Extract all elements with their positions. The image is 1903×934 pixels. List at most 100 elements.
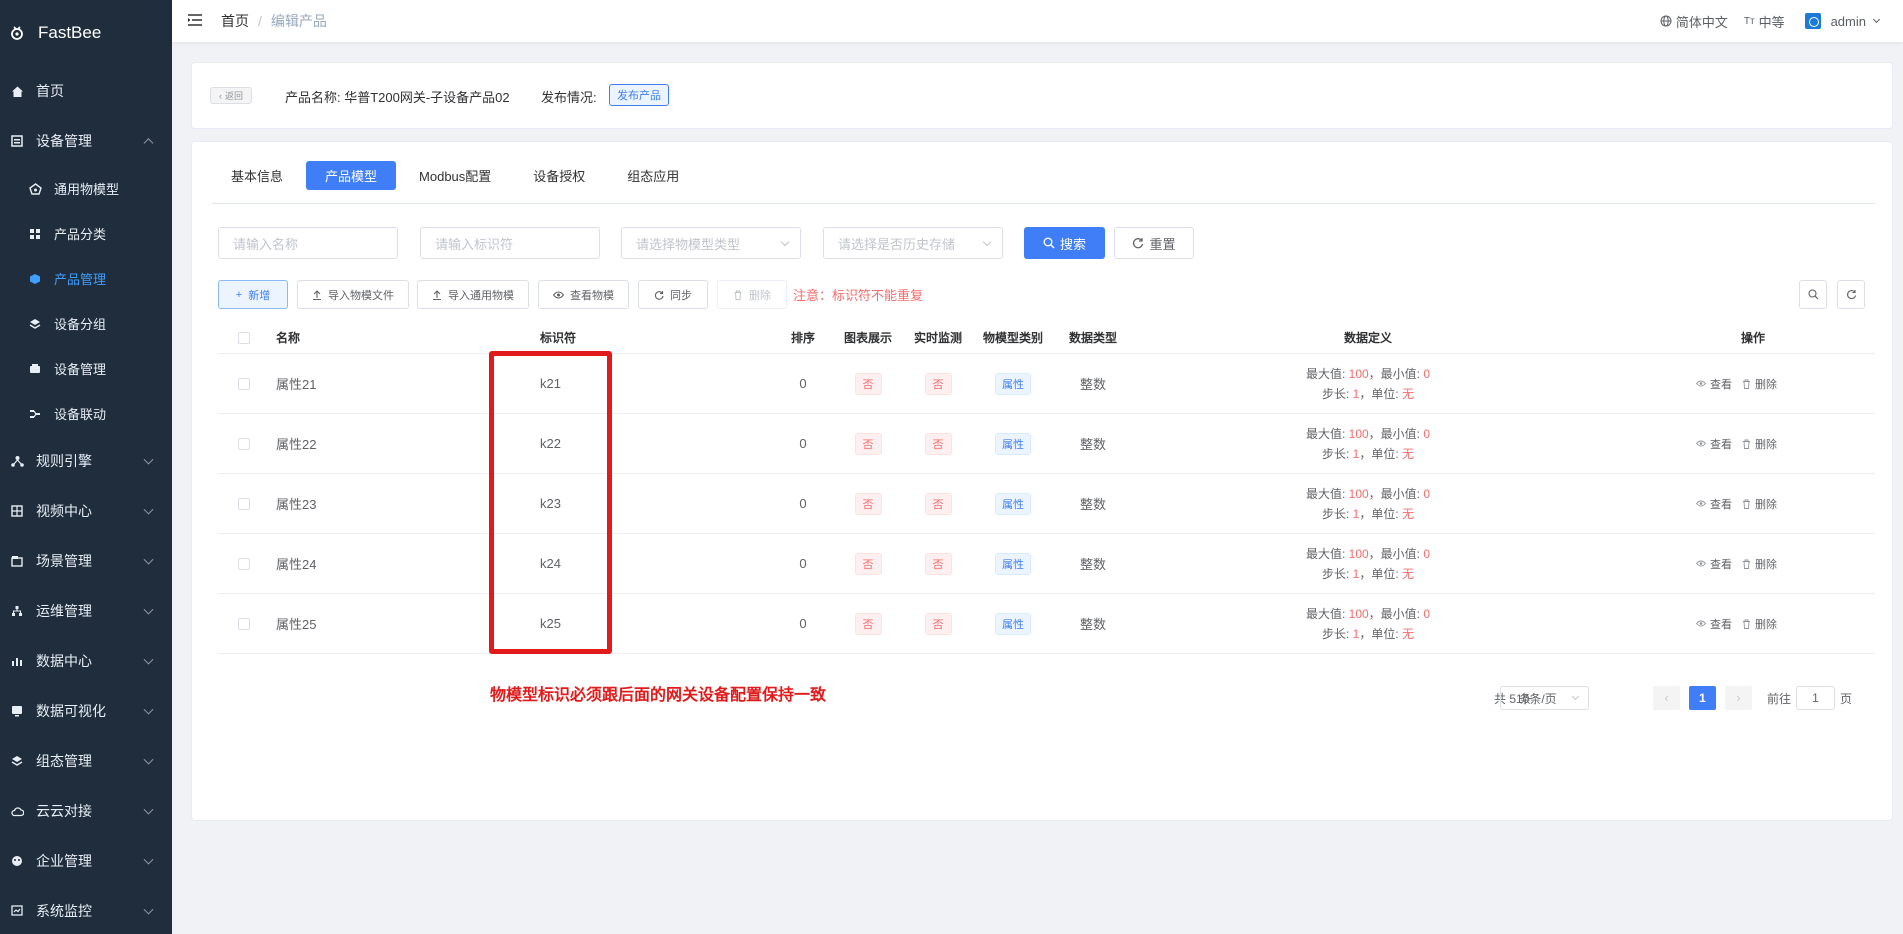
sidebar-item-video-center[interactable]: 视频中心 [0,486,172,536]
model-type-select[interactable]: 请选择物模型类型 [621,227,801,259]
tab-product-model[interactable]: 产品模型 [306,161,397,190]
min-label: ，最小值: [1368,486,1424,501]
max-value: 100 [1348,546,1369,561]
row-chart-cell: 否 [833,474,903,533]
tab-config-app[interactable]: 组态应用 [608,161,698,190]
hamburger-icon[interactable] [187,13,203,29]
row-checkbox[interactable] [238,497,250,510]
view-button[interactable]: 查看 [1696,376,1732,392]
sidebar-item-device-group[interactable]: 设备分组 [0,301,172,346]
delete-label: 删除 [1755,378,1777,391]
step-label: 步长: [1321,626,1353,641]
page-jumper: 前往 1 页 [1767,686,1852,710]
view-button[interactable]: 查看 [1696,496,1732,512]
sidebar-item-product-category[interactable]: 产品分类 [0,211,172,256]
sidebar-item-cloud-integration[interactable]: 云云对接 [0,786,172,836]
min-label: ，最小值: [1368,606,1424,621]
name-search-input[interactable]: 请输入名称 [218,227,398,259]
row-delete-button[interactable]: 删除 [1742,556,1777,572]
tab-basic-info[interactable]: 基本信息 [212,161,302,190]
search-icon [1043,237,1055,249]
sidebar-item-data-visualization[interactable]: 数据可视化 [0,686,172,736]
view-model-button[interactable]: 查看物模 [538,280,629,309]
font-size-switcher[interactable]: Tт 中等 [1744,12,1785,31]
chart-display-tag: 否 [854,552,882,575]
tab-device-auth[interactable]: 设备授权 [514,161,604,190]
sidebar-item-config-management[interactable]: 组态管理 [0,736,172,786]
trash-icon [1743,379,1750,389]
row-chart-cell: 否 [833,354,903,413]
sidebar-item-rule-engine[interactable]: 规则引擎 [0,436,172,486]
row-checkbox[interactable] [238,617,250,630]
sidebar-item-scene-management[interactable]: 场景管理 [0,536,172,586]
app-logo[interactable]: FastBee [0,0,172,66]
max-value: 100 [1348,366,1369,381]
goto-label: 前往 [1767,691,1792,706]
user-menu[interactable]: admin [1804,13,1881,29]
sidebar-item-product-management[interactable]: 产品管理 [0,256,172,301]
row-delete-button[interactable]: 删除 [1742,376,1777,392]
sidebar-item-home[interactable]: 首页 [0,66,172,116]
row-chart-cell: 否 [833,534,903,593]
sidebar-item-label: 规则引擎 [36,453,92,469]
select-all-checkbox[interactable] [238,331,250,344]
sidebar-item-device-list[interactable]: 设备管理 [0,346,172,391]
refresh-table-button[interactable] [1837,280,1865,309]
view-button[interactable]: 查看 [1696,616,1732,632]
language-switcher[interactable]: 简体中文 [1660,12,1728,31]
tab-divider [212,203,1875,204]
page-size-select[interactable]: 10条/页 [1500,686,1589,710]
goto-page-input[interactable]: 1 [1796,686,1836,710]
row-monitor-cell: 否 [903,414,973,473]
row-delete-button[interactable]: 删除 [1742,616,1777,632]
sidebar-item-device-management[interactable]: 设备管理 [0,116,172,166]
chart-display-tag: 否 [854,492,882,515]
max-label: 最大值: [1305,366,1349,381]
publish-product-button[interactable]: 发布产品 [609,84,669,106]
identifier-search-input[interactable]: 请输入标识符 [420,227,600,259]
sidebar-item-device-linkage[interactable]: 设备联动 [0,391,172,436]
col-name: 名称 [276,331,301,345]
table-header: 名称 标识符 排序 图表展示 实时监测 物模型类别 数据类型 数据定义 操作 [218,322,1875,354]
search-button[interactable]: 搜索 [1024,227,1105,259]
prev-page-button[interactable]: ‹ [1653,686,1680,710]
toggle-search-button[interactable] [1799,280,1827,309]
breadcrumb-home[interactable]: 首页 [221,11,249,31]
row-checkbox[interactable] [238,437,250,450]
view-button[interactable]: 查看 [1696,556,1732,572]
sidebar-item-system-monitor[interactable]: 系统监控 [0,886,172,934]
chevron-left-icon: ‹ [219,90,222,101]
row-checkbox[interactable] [238,377,250,390]
page-1-button[interactable]: 1 [1689,686,1716,710]
name-placeholder: 请输入名称 [233,236,299,252]
cloud-icon [10,804,24,818]
chart-display-tag: 否 [854,612,882,635]
history-storage-select[interactable]: 请选择是否历史存储 [823,227,1003,259]
search-label: 搜索 [1059,236,1086,252]
delete-button[interactable]: 删除 [717,280,787,309]
view-button[interactable]: 查看 [1696,436,1732,452]
sidebar-item-enterprise-management[interactable]: 企业管理 [0,836,172,886]
add-button[interactable]: + 新增 [218,280,288,309]
trash-icon [1743,619,1750,629]
reset-button[interactable]: 重置 [1114,227,1194,259]
import-generic-model-button[interactable]: 导入通用物模 [417,280,529,309]
sidebar-item-ops-management[interactable]: 运维管理 [0,586,172,636]
next-page-button[interactable]: › [1725,686,1752,710]
row-delete-button[interactable]: 删除 [1742,496,1777,512]
sidebar-item-label: 组态管理 [36,753,92,769]
back-button[interactable]: ‹ 返回 [210,87,253,104]
row-order: 0 [799,616,807,631]
page-size-label: 10条/页 [1516,691,1557,706]
import-model-file-button[interactable]: 导入物模文件 [297,280,409,309]
data-def-line2: 步长: 1，单位: 无 [1322,504,1414,524]
max-label: 最大值: [1305,546,1349,561]
sync-button[interactable]: 同步 [638,280,708,309]
header-right: 简体中文 Tт 中等 admin [1644,0,1881,42]
tab-modbus-config[interactable]: Modbus配置 [400,161,510,190]
max-value: 100 [1348,606,1369,621]
row-checkbox[interactable] [238,557,250,570]
sidebar-item-data-center[interactable]: 数据中心 [0,636,172,686]
sidebar-item-thing-model[interactable]: 通用物模型 [0,166,172,211]
row-delete-button[interactable]: 删除 [1742,436,1777,452]
